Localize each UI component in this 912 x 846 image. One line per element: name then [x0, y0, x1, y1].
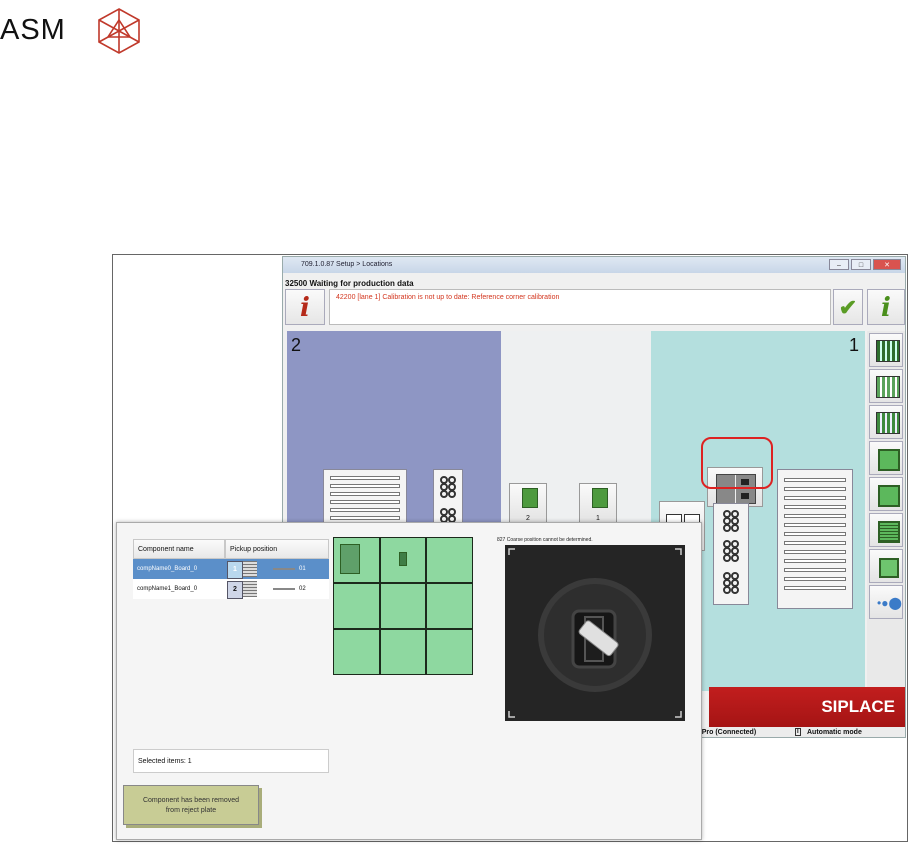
feeder-view-button[interactable]: [869, 333, 903, 367]
column-header-pickup[interactable]: Pickup position: [225, 539, 329, 559]
pickup-box: 1: [227, 561, 243, 579]
bottom-status-bar: ACE Pro (Connected) I Automatic mode: [683, 727, 905, 737]
alert-message: 42200 [lane 1] Calibration is not up to …: [336, 294, 560, 301]
pickup-grid: [333, 537, 473, 675]
lane-2-number: 2: [291, 335, 302, 355]
component-button[interactable]: [869, 477, 903, 511]
tape-icon: [243, 561, 257, 577]
feeder-table-button[interactable]: [869, 405, 903, 439]
asm-logo-text: ASM: [0, 14, 66, 46]
component-grid-button[interactable]: [869, 513, 903, 547]
slot-label: 1: [596, 515, 600, 522]
slot-label: 2: [526, 515, 530, 522]
board-slot-1[interactable]: 1: [579, 483, 617, 525]
acknowledge-button[interactable]: ✔: [833, 289, 863, 325]
highlight-ring: [701, 437, 773, 489]
message-box: 42200 [lane 1] Calibration is not up to …: [329, 289, 831, 325]
asm-logo-icon: [98, 8, 140, 54]
grid-cell[interactable]: [334, 630, 379, 674]
info-button-left[interactable]: i: [285, 289, 325, 325]
close-button[interactable]: ✕: [873, 259, 901, 270]
tape-icon: [243, 581, 257, 597]
more-button[interactable]: •●⬤: [869, 585, 903, 619]
camera-icon: [505, 545, 685, 721]
board-slot-2[interactable]: 2: [509, 483, 547, 525]
grid-cell[interactable]: [380, 538, 426, 582]
siplace-brand-bar: SIPLACE: [709, 687, 905, 727]
lane-1-number: 1: [849, 335, 860, 355]
grid-cell[interactable]: [427, 630, 472, 674]
component-save-button[interactable]: [869, 441, 903, 475]
info-icon: i: [881, 293, 891, 323]
board-icon: [522, 488, 538, 508]
mode-status: Automatic mode: [807, 729, 862, 736]
minimize-button[interactable]: –: [829, 259, 849, 270]
mode-icon: I: [795, 728, 801, 736]
grid-cell[interactable]: [334, 584, 379, 628]
grid-cell[interactable]: [380, 584, 426, 628]
selected-items: Selected items: 1: [133, 749, 329, 773]
grid-cell[interactable]: [427, 584, 472, 628]
feeder-list-button[interactable]: [869, 369, 903, 403]
grid-cell[interactable]: [380, 630, 426, 674]
nozzle-icon[interactable]: [713, 503, 749, 605]
checkmark-icon: ✔: [838, 295, 858, 320]
window-title: 709.1.0.87 Setup > Locations: [301, 261, 393, 268]
grid-cell[interactable]: [334, 538, 379, 582]
pickup-box: 2: [227, 581, 243, 599]
table-row[interactable]: compName0_Board_0 1 01: [133, 559, 329, 579]
side-toolbar: •●⬤: [867, 331, 905, 691]
grid-cell[interactable]: [427, 538, 472, 582]
feeder-icon[interactable]: [777, 469, 853, 609]
column-header-name[interactable]: Component name: [133, 539, 225, 559]
maximize-button[interactable]: □: [851, 259, 871, 270]
status-line: 32500 Waiting for production data: [285, 279, 414, 288]
camera-message: 827 Coarse position cannot be determined…: [497, 537, 593, 543]
info-button-right[interactable]: i: [867, 289, 905, 325]
message-row: i 42200 [lane 1] Calibration is not up t…: [283, 289, 905, 327]
window-titlebar: 709.1.0.87 Setup > Locations: [283, 257, 905, 273]
camera-view: [505, 545, 685, 721]
notification-button[interactable]: Component has been removed from reject p…: [123, 785, 259, 825]
table-row[interactable]: compName1_Board_0 2 02: [133, 579, 329, 599]
info-icon: i: [300, 293, 310, 323]
component-single-button[interactable]: [869, 549, 903, 583]
pickup-dialog: Component name Pickup position compName0…: [116, 522, 702, 840]
board-icon: [592, 488, 608, 508]
